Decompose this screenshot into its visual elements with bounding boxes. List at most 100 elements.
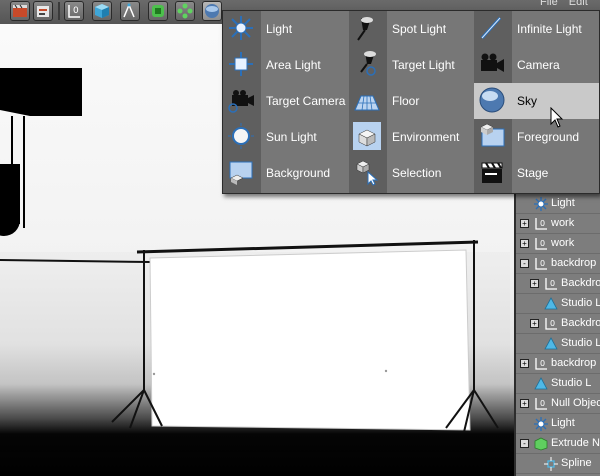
expand-icon[interactable]: + [530,319,539,328]
menu-item-target-light[interactable]: Target Light [349,47,474,83]
menu-item-light[interactable]: Light [223,11,349,47]
area-light-icon [227,50,257,80]
light-icon [227,14,257,44]
object-label: Extrude NU [551,437,600,449]
menu-item-label: Environment [392,130,460,144]
object-row[interactable]: - Extrude NU [516,434,600,454]
menu-item-area-light[interactable]: Area Light [223,47,349,83]
backdrop-paper [149,249,471,431]
menu-item-camera[interactable]: Camera [474,47,599,83]
menu-item-label: Foreground [517,130,580,144]
object-row[interactable]: - 0 backdrop [516,254,600,274]
scene-objects-icon[interactable] [202,1,222,21]
light-icon [534,417,548,431]
array-icon[interactable] [175,1,195,21]
menu-item-label: Floor [392,94,420,108]
softbox-shape [0,68,82,116]
object-row[interactable]: +0 work [516,214,600,234]
object-label: Light [551,417,575,429]
menu-column-1: Light Area Light Target Camera Sun Light Bac… [223,11,349,193]
menu-item-sky[interactable]: Sky [474,83,599,119]
floor-icon [353,86,383,116]
object-row[interactable]: +0 Backdrop [516,314,600,334]
object-row[interactable]: +0 Backdrop [516,274,600,294]
menu-item-spot-light[interactable]: Spot Light [349,11,474,47]
render-view-icon[interactable] [10,1,30,21]
stage-icon [478,158,508,188]
object-row[interactable]: +0 work [516,234,600,254]
menu-item-infinite-light[interactable]: Infinite Light [474,11,599,47]
menu-item-label: Target Light [392,58,455,72]
svg-text:0: 0 [540,239,545,248]
object-label: work [551,217,575,229]
expand-icon[interactable]: + [520,359,529,368]
selection-icon [353,158,383,188]
menu-item-label: Background [266,166,331,180]
svg-text:0: 0 [73,6,79,16]
render-settings-icon[interactable] [33,1,53,21]
menu-item-label: Target Camera [266,94,346,108]
menu-item-stage[interactable]: Stage [474,155,599,191]
camera-icon [478,50,508,80]
infinite-light-icon [478,14,508,44]
null-object-icon: 0 [544,277,558,291]
top-menu: File Edit [540,0,596,8]
object-label: Spline [561,457,592,469]
menu-item-label: Sky [517,94,538,108]
target-light-icon [353,50,383,80]
expand-icon[interactable]: + [530,279,539,288]
spline-icon [544,457,558,471]
null-object-icon: 0 [534,357,548,371]
sun-light-icon [227,122,257,152]
collapse-icon[interactable]: - [520,259,529,268]
svg-text:0: 0 [550,279,555,288]
menu-item-label: Light [266,22,293,36]
menu-column-3: Infinite Light Camera Sky Foreground Stage [474,11,599,193]
cone-icon [544,337,558,351]
extrude-icon [534,437,548,451]
svg-text:0: 0 [550,319,555,328]
menu-item-floor[interactable]: Floor [349,83,474,119]
object-label: Null Object [551,397,600,409]
null-object-icon[interactable]: 0 [64,1,84,21]
menu-item-target-camera[interactable]: Target Camera [223,83,349,119]
menu-item-label: Spot Light [392,22,447,36]
object-label: Studio L [551,377,592,389]
null-object-icon: 0 [534,237,548,251]
menu-item-label: Selection [392,166,442,180]
menu-item-label: Infinite Light [517,22,582,36]
object-label: Studio L [561,297,600,309]
menu-file[interactable]: File [540,0,558,8]
menu-item-selection[interactable]: Selection [349,155,474,191]
spline-pen-icon[interactable] [120,1,140,21]
light-icon [534,197,548,211]
collapse-icon[interactable]: - [520,439,529,448]
object-row[interactable]: Light [516,414,600,434]
menu-item-label: Area Light [266,58,321,72]
expand-icon[interactable]: + [520,219,529,228]
object-row[interactable]: Spline [516,454,600,474]
subdivision-icon[interactable] [148,1,168,21]
object-label: Studio L [561,337,600,349]
expand-icon[interactable]: + [520,399,529,408]
object-row[interactable]: Studio L [516,334,600,354]
expand-icon[interactable]: + [520,239,529,248]
object-row[interactable]: Studio L [516,374,600,394]
object-label: Backdrop [561,317,600,329]
object-row[interactable]: Light [516,194,600,214]
menu-item-sun-light[interactable]: Sun Light [223,119,349,155]
svg-text:0: 0 [540,259,545,268]
menu-column-2: Spot Light Target Light Floor Environment Se… [349,11,474,193]
object-row[interactable]: Studio L [516,294,600,314]
object-row[interactable]: +0 Null Object [516,394,600,414]
object-row[interactable]: +0 backdrop [516,354,600,374]
menu-item-label: Camera [517,58,560,72]
spot-light-icon [353,14,383,44]
menu-item-background[interactable]: Background [223,155,349,191]
object-label: backdrop [551,257,597,269]
cube-icon[interactable] [92,1,112,21]
menu-item-foreground[interactable]: Foreground [474,119,599,155]
menu-edit[interactable]: Edit [569,0,588,8]
menu-item-label: Sun Light [266,130,317,144]
menu-item-environment[interactable]: Environment [349,119,474,155]
